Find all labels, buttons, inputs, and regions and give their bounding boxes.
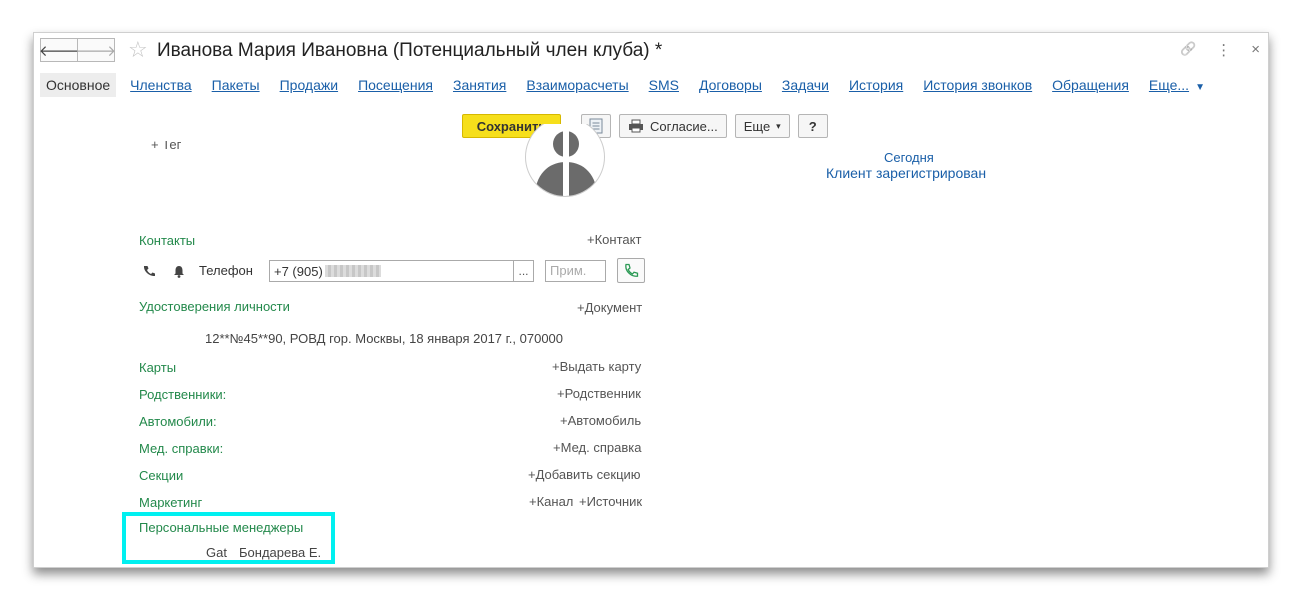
window-controls: 🔗 ⋮ ×: [1180, 41, 1260, 59]
tab-settlements[interactable]: Взаиморасчеты: [526, 77, 628, 93]
phone-masked-digits: [324, 265, 381, 277]
add-car-link[interactable]: +Автомобиль: [560, 413, 641, 428]
avatar[interactable]: [525, 124, 605, 197]
client-form-window: 🡐 🡒 ☆ Иванова Мария Ивановна (Потенциаль…: [33, 32, 1269, 568]
medical-section-label: Мед. справки:: [139, 441, 224, 456]
printer-icon: [629, 119, 643, 133]
relatives-section-label: Родственники:: [139, 387, 227, 402]
more-actions-button[interactable]: Еще ▾: [734, 114, 790, 138]
phone-input[interactable]: +7 (905): [269, 260, 533, 282]
tab-history[interactable]: История: [849, 77, 903, 93]
marketing-section-label: Маркетинг: [139, 495, 203, 510]
tab-requests[interactable]: Обращения: [1052, 77, 1129, 93]
more-menu-icon[interactable]: ⋮: [1216, 41, 1231, 59]
phone-select-button[interactable]: ...: [513, 260, 534, 282]
phone-label: Телефон: [199, 263, 253, 278]
more-actions-label: Еще: [743, 118, 771, 134]
back-button[interactable]: 🡐: [38, 38, 80, 62]
chevron-down-icon: ▼: [1195, 82, 1205, 93]
add-source-link[interactable]: +Источник: [579, 494, 642, 509]
issue-card-link[interactable]: +Выдать карту: [552, 359, 641, 374]
navigation-buttons: 🡐 🡒: [38, 38, 117, 62]
cars-section-label: Автомобили:: [139, 414, 217, 429]
consent-label: Согласие...: [650, 118, 718, 134]
phone-note-input[interactable]: Прим.: [545, 260, 606, 282]
highlight-box: [122, 512, 335, 564]
tab-memberships[interactable]: Членства: [130, 77, 192, 93]
tab-sales[interactable]: Продажи: [280, 77, 338, 93]
form-toolbar: Сохранить Согласие... Еще ▾ ?: [462, 114, 828, 138]
tab-main[interactable]: Основное: [40, 73, 117, 97]
favorite-star-icon[interactable]: ☆: [128, 38, 148, 62]
add-tag-link[interactable]: + Тег: [151, 141, 181, 152]
arrow-left-icon: 🡐: [38, 42, 80, 60]
sections-section-label: Секции: [139, 468, 184, 483]
add-contact-link[interactable]: +Контакт: [587, 232, 641, 247]
tab-contracts[interactable]: Договоры: [699, 77, 762, 93]
add-medical-link[interactable]: +Мед. справка: [553, 440, 641, 455]
add-section-link[interactable]: +Добавить секцию: [528, 467, 641, 482]
window-title: Иванова Мария Ивановна (Потенциальный чл…: [157, 40, 663, 61]
forward-button[interactable]: 🡒: [75, 38, 117, 62]
document-item[interactable]: 12**№45**90, РОВД гор. Москвы, 18 января…: [205, 331, 563, 346]
call-button[interactable]: [617, 258, 645, 283]
tab-more[interactable]: Еще... ▼: [1149, 77, 1205, 93]
contacts-section-label: Контакты: [139, 233, 196, 248]
tab-tasks[interactable]: Задачи: [782, 77, 829, 93]
chevron-down-icon: ▾: [776, 120, 781, 131]
add-channel-link[interactable]: +Канал: [529, 494, 573, 509]
tab-classes[interactable]: Занятия: [453, 77, 506, 93]
tab-call-history[interactable]: История звонков: [923, 77, 1032, 93]
section-tabs: Основное Членства Пакеты Продажи Посещен…: [40, 73, 1225, 97]
add-relative-link[interactable]: +Родственник: [557, 386, 641, 401]
call-phone-icon: [625, 263, 639, 277]
arrow-right-icon: 🡒: [75, 42, 117, 60]
status-text: Клиент зарегистрирован: [826, 165, 987, 181]
cards-section-label: Карты: [139, 360, 177, 375]
consent-button[interactable]: Согласие...: [619, 114, 727, 138]
add-document-link[interactable]: +Документ: [577, 300, 642, 315]
person-silhouette-icon: [534, 128, 598, 196]
status-date: Сегодня: [884, 150, 934, 165]
link-icon[interactable]: 🔗: [1180, 41, 1196, 59]
phone-value: +7 (905): [274, 263, 323, 279]
help-button[interactable]: ?: [797, 114, 828, 138]
phone-icon[interactable]: [143, 265, 155, 277]
tab-visits[interactable]: Посещения: [358, 77, 433, 93]
bell-icon[interactable]: [173, 265, 185, 278]
tab-sms[interactable]: SMS: [649, 77, 679, 93]
tab-packages[interactable]: Пакеты: [212, 77, 260, 93]
close-icon[interactable]: ×: [1251, 41, 1260, 59]
id-documents-section-label: Удостоверения личности: [139, 299, 290, 314]
avatar-silhouette: [525, 124, 605, 197]
tab-more-label: Еще...: [1148, 77, 1190, 93]
